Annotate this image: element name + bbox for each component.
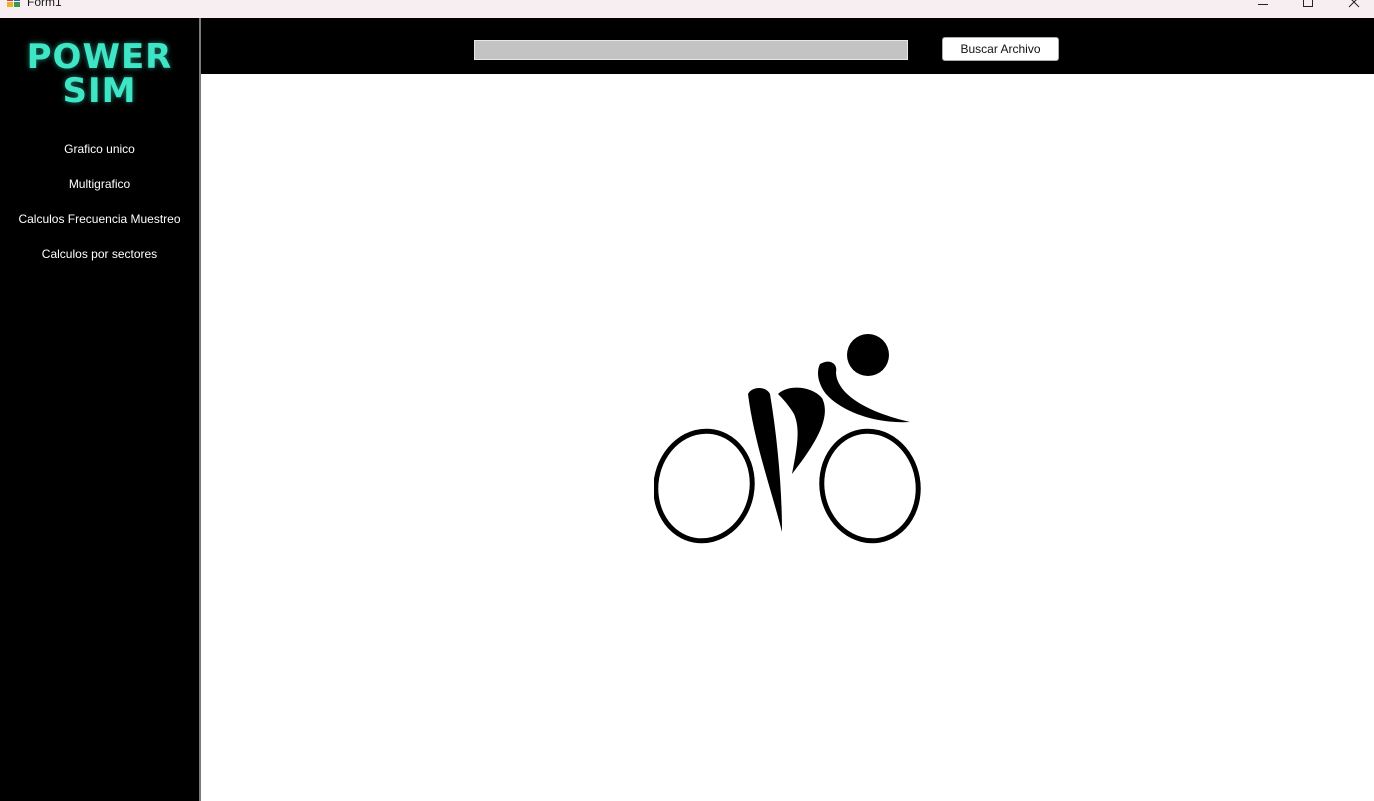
cyclist-icon: [654, 334, 921, 544]
maximize-button[interactable]: [1285, 0, 1331, 18]
logo-line-power: POWER: [26, 37, 173, 77]
app-icon: [7, 0, 20, 7]
sidebar: POWER SIM Grafico unico Multigrafico Cal…: [0, 18, 199, 801]
sidebar-item-calculos-frecuencia-muestreo[interactable]: Calculos Frecuencia Muestreo: [0, 209, 199, 244]
sidebar-item-calculos-por-sectores[interactable]: Calculos por sectores: [0, 244, 199, 279]
sidebar-item-grafico-unico[interactable]: Grafico unico: [0, 139, 199, 174]
close-icon: [1348, 0, 1360, 8]
app-logo: POWER SIM: [0, 40, 199, 108]
title-bar: Form1: [0, 0, 1374, 18]
close-button[interactable]: [1331, 0, 1374, 18]
file-path-input[interactable]: [474, 40, 908, 60]
sidebar-nav: Grafico unico Multigrafico Calculos Frec…: [0, 139, 199, 279]
browse-file-button[interactable]: Buscar Archivo: [942, 37, 1059, 61]
top-bar: Buscar Archivo: [201, 18, 1374, 74]
maximize-icon: [1303, 0, 1313, 7]
main-content: [201, 74, 1374, 801]
minimize-icon: [1258, 4, 1268, 5]
logo-line-sim: SIM: [62, 71, 137, 111]
window-title: Form1: [27, 0, 62, 9]
sidebar-item-multigrafico[interactable]: Multigrafico: [0, 174, 199, 209]
minimize-button[interactable]: [1240, 0, 1286, 18]
